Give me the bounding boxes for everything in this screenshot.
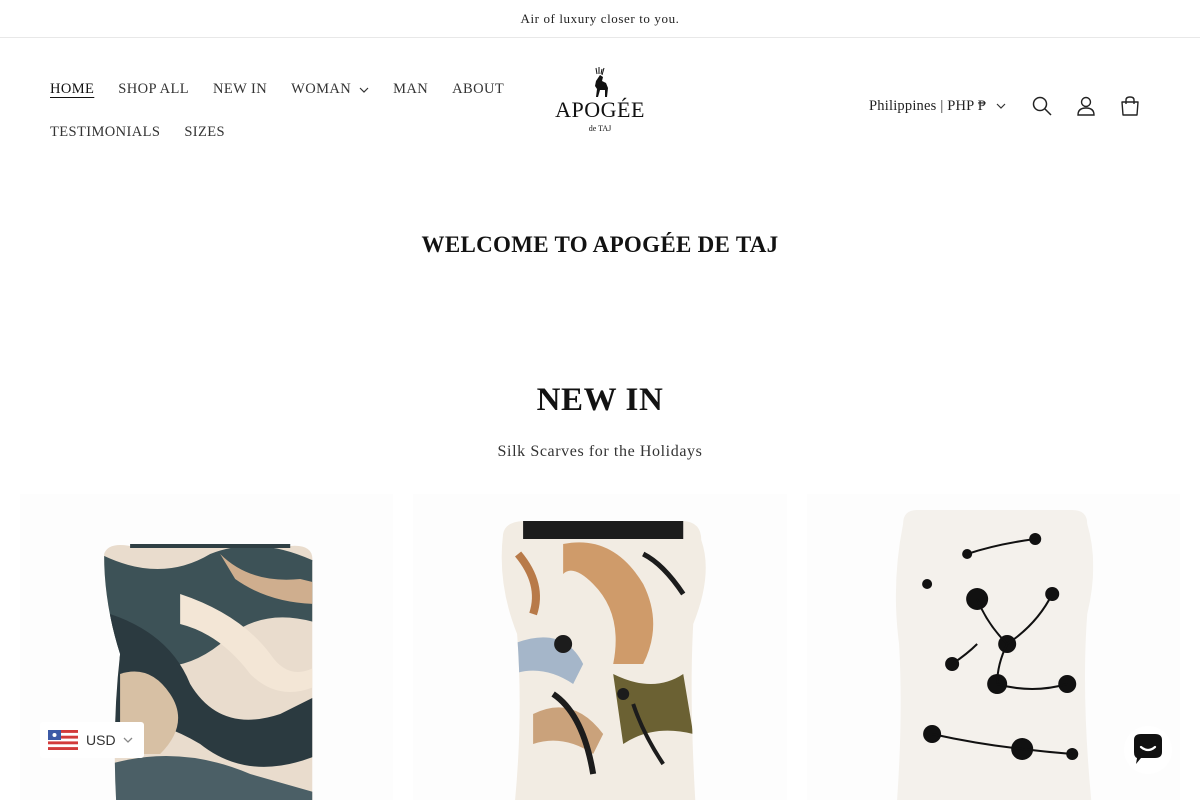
- country-label: Philippines | PHP ₱: [869, 97, 986, 114]
- new-in-subtitle: Silk Scarves for the Holidays: [497, 443, 703, 460]
- chevron-down-icon: [123, 737, 133, 743]
- nav-label: ABOUT: [452, 81, 505, 97]
- logo-brand-text: APOGÉE: [555, 97, 645, 122]
- nav-label: WOMAN: [291, 81, 352, 97]
- nav-label: MAN: [393, 81, 429, 97]
- nav-item-shop-all[interactable]: SHOP ALL: [106, 68, 201, 111]
- nav-label: NEW IN: [213, 81, 268, 97]
- deer-icon: [595, 67, 608, 97]
- nav-item-woman[interactable]: WOMAN: [279, 68, 381, 111]
- product-card[interactable]: [413, 494, 787, 800]
- announcement-text: Air of luxury closer to you.: [520, 10, 680, 26]
- nav-label: HOME: [50, 81, 95, 97]
- nav-label: SIZES: [184, 124, 225, 140]
- cart-button[interactable]: [1108, 84, 1152, 128]
- account-icon: [1077, 96, 1095, 116]
- chat-icon: [1134, 734, 1162, 764]
- chat-button[interactable]: [1124, 726, 1172, 774]
- nav-label: SHOP ALL: [118, 81, 190, 97]
- country-selector[interactable]: Philippines | PHP ₱: [869, 98, 1006, 115]
- account-button[interactable]: [1064, 84, 1108, 128]
- us-flag-icon: [48, 730, 78, 750]
- nav-label: TESTIMONIALS: [50, 124, 161, 140]
- announcement-bar: Air of luxury closer to you.: [0, 0, 1200, 38]
- site-header: HOME SHOP ALL NEW IN WOMAN MAN ABOUT TES…: [0, 38, 1200, 174]
- currency-selector[interactable]: USD: [40, 722, 144, 758]
- brand-logo[interactable]: APOGÉE de TAJ: [550, 64, 650, 136]
- header-utilities: Philippines | PHP ₱: [869, 88, 1152, 124]
- product-image: [502, 521, 707, 800]
- new-in-title: NEW IN: [536, 382, 664, 418]
- nav-item-man[interactable]: MAN: [381, 68, 440, 111]
- product-grid: [20, 494, 1180, 800]
- search-button[interactable]: [1020, 84, 1064, 128]
- currency-code: USD: [86, 732, 116, 748]
- nav-item-home[interactable]: HOME: [38, 68, 106, 111]
- nav-item-sizes[interactable]: SIZES: [172, 111, 237, 154]
- logo-tagline-text: de TAJ: [589, 124, 612, 133]
- nav-item-testimonials[interactable]: TESTIMONIALS: [38, 111, 172, 154]
- nav-item-new-in[interactable]: NEW IN: [201, 68, 279, 111]
- main-nav: HOME SHOP ALL NEW IN WOMAN MAN ABOUT TES…: [38, 68, 518, 154]
- welcome-heading: WELCOME TO APOGÉE DE TAJ: [421, 232, 779, 257]
- nav-item-about[interactable]: ABOUT: [440, 68, 516, 111]
- search-icon: [1032, 96, 1052, 116]
- chevron-down-icon: [359, 87, 369, 93]
- cart-icon: [1121, 96, 1139, 116]
- chevron-down-icon: [996, 103, 1006, 109]
